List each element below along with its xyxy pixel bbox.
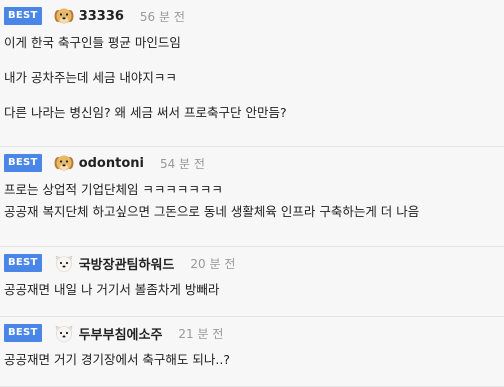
best-badge[interactable]: BEST: [4, 154, 42, 172]
comment-body: 프로는 상업적 기업단체임 ㅋㅋㅋㅋㅋㅋㅋ 공공재 복지단체 하고싶으면 그돈으…: [4, 179, 494, 223]
comment-header: BEST 국방장관팀하워드 20 분 전: [4, 251, 494, 275]
white-dog-icon[interactable]: [53, 322, 75, 344]
comment-line: 공공재면 거기 경기장에서 축구해도 되나..?: [4, 352, 230, 367]
timestamp: 56 분 전: [139, 9, 185, 24]
username[interactable]: 33336: [79, 9, 124, 24]
comment-body: 공공재면 내일 나 거기서 볼좀차게 방빼라: [4, 279, 494, 301]
comment-body: 공공재면 거기 경기장에서 축구해도 되나..?: [4, 349, 494, 371]
white-dog-icon[interactable]: [53, 252, 75, 274]
comment-line: 이게 한국 축구인들 평균 마인드임: [4, 35, 181, 50]
timestamp: 21 분 전: [178, 326, 224, 341]
best-badge[interactable]: BEST: [4, 324, 42, 342]
comment-item: BEST 두부부침에소주 21 분 전 공공재면 거기 경기장에서 축구해도 되…: [0, 317, 504, 387]
dog-icon[interactable]: [53, 5, 75, 27]
dog-icon[interactable]: [53, 152, 75, 174]
timestamp: 54 분 전: [159, 156, 205, 171]
comment-line: 내가 공차주는데 세금 내야지ㅋㅋ: [4, 70, 177, 85]
comment-header: BEST odontoni 54 분 전: [4, 151, 494, 175]
comment-header: BEST 33336 56 분 전: [4, 4, 494, 28]
comment-line: 공공재 복지단체 하고싶으면 그돈으로 동네 생활체육 인프라 구축하는게 더 …: [4, 204, 420, 219]
comment-line: 다른 나라는 병신임? 왜 세금 써서 프로축구단 안만듬?: [4, 105, 287, 120]
best-badge[interactable]: BEST: [4, 7, 42, 25]
comment-item: BEST 국방장관팀하워드 20 분 전 공공재면 내일 나 거기서 볼좀차게 …: [0, 247, 504, 317]
username[interactable]: 두부부침에소주: [79, 324, 163, 343]
comment-line: 공공재면 내일 나 거기서 볼좀차게 방빼라: [4, 282, 220, 297]
comment-line: 프로는 상업적 기업단체임 ㅋㅋㅋㅋㅋㅋㅋ: [4, 182, 223, 197]
comment-body: 이게 한국 축구인들 평균 마인드임 내가 공차주는데 세금 내야지ㅋㅋ 다른 …: [4, 32, 494, 124]
username[interactable]: odontoni: [79, 156, 144, 171]
best-badge[interactable]: BEST: [4, 254, 42, 272]
username[interactable]: 국방장관팀하워드: [79, 254, 175, 273]
comment-item: BEST odontoni 54 분 전 프로는 상업적 기업단체임 ㅋㅋㅋㅋㅋ…: [0, 147, 504, 247]
comment-header: BEST 두부부침에소주 21 분 전: [4, 321, 494, 345]
timestamp: 20 분 전: [190, 256, 236, 271]
comment-item: BEST 33336 56 분 전 이게 한국 축구인들 평균 마인드임 내가 …: [0, 0, 504, 147]
